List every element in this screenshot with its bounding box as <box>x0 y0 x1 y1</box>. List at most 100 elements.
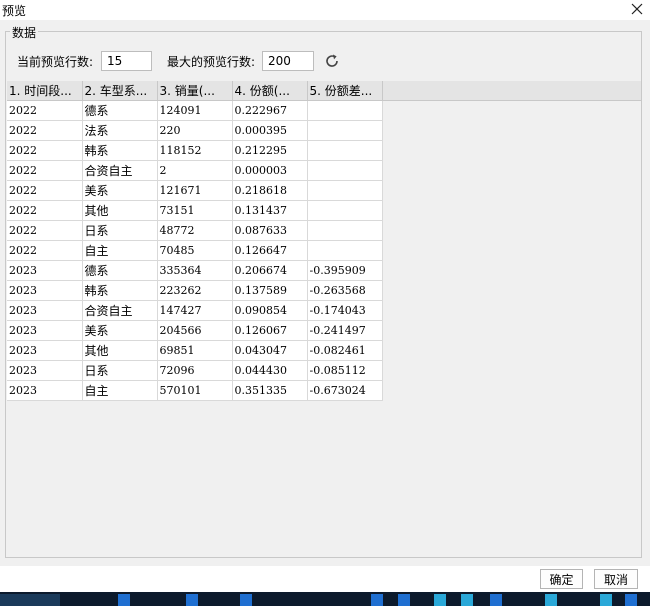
table-cell-col5[interactable]: -0.174043 <box>307 300 383 321</box>
current-rows-input[interactable]: 15 <box>101 51 152 71</box>
table-cell-col3[interactable]: 570101 <box>157 380 233 401</box>
table-cell-col5[interactable] <box>307 160 383 181</box>
table-cell-col3[interactable]: 335364 <box>157 260 233 281</box>
table-cell-col2[interactable]: 德系 <box>82 260 158 281</box>
max-rows-input[interactable]: 200 <box>262 51 314 71</box>
table-cell-col1[interactable]: 2022 <box>7 200 83 221</box>
table-cell-col2[interactable]: 日系 <box>82 220 158 241</box>
table-cell-col5[interactable] <box>307 120 383 141</box>
table-cell-col3[interactable]: 69851 <box>157 340 233 361</box>
table-cell-col1[interactable]: 2022 <box>7 240 83 261</box>
preview-table-area[interactable]: 1. 时间段... 2. 车型系... 3. 销量(... 4. 份额(... … <box>7 81 641 556</box>
table-cell-col4[interactable]: 0.087633 <box>232 220 308 241</box>
table-cell-col2[interactable]: 合资自主 <box>82 300 158 321</box>
table-cell-col1[interactable]: 2022 <box>7 140 83 161</box>
table-cell-col3[interactable]: 118152 <box>157 140 233 161</box>
table-cell-col4[interactable]: 0.131437 <box>232 200 308 221</box>
table-cell-col2[interactable]: 其他 <box>82 340 158 361</box>
table-row[interactable]: 2022 韩系 118152 0.212295 <box>7 140 641 161</box>
column-header-4[interactable]: 4. 份额(... <box>232 81 308 101</box>
ok-button[interactable]: 确定 <box>540 569 583 589</box>
table-cell-col5[interactable] <box>307 240 383 261</box>
table-cell-col5[interactable] <box>307 220 383 241</box>
table-cell-col3[interactable]: 124091 <box>157 100 233 121</box>
table-cell-col4[interactable]: 0.090854 <box>232 300 308 321</box>
table-cell-col2[interactable]: 其他 <box>82 200 158 221</box>
table-cell-col2[interactable]: 美系 <box>82 320 158 341</box>
table-row[interactable]: 2023 日系 72096 0.044430 -0.085112 <box>7 360 641 381</box>
table-cell-col5[interactable]: -0.395909 <box>307 260 383 281</box>
table-cell-col3[interactable]: 48772 <box>157 220 233 241</box>
column-header-1[interactable]: 1. 时间段... <box>7 81 83 101</box>
column-header-2[interactable]: 2. 车型系... <box>82 81 158 101</box>
table-cell-col5[interactable]: -0.263568 <box>307 280 383 301</box>
table-row[interactable]: 2022 美系 121671 0.218618 <box>7 180 641 201</box>
table-cell-col4[interactable]: 0.137589 <box>232 280 308 301</box>
table-cell-col5[interactable]: -0.085112 <box>307 360 383 381</box>
table-cell-col2[interactable]: 自主 <box>82 380 158 401</box>
table-cell-col5[interactable] <box>307 180 383 201</box>
table-cell-col1[interactable]: 2023 <box>7 340 83 361</box>
close-button[interactable] <box>626 0 648 18</box>
table-cell-col1[interactable]: 2022 <box>7 120 83 141</box>
table-cell-col1[interactable]: 2022 <box>7 180 83 201</box>
table-cell-col1[interactable]: 2023 <box>7 260 83 281</box>
table-row[interactable]: 2023 美系 204566 0.126067 -0.241497 <box>7 320 641 341</box>
table-cell-col2[interactable]: 德系 <box>82 100 158 121</box>
table-row[interactable]: 2022 其他 73151 0.131437 <box>7 200 641 221</box>
table-cell-col3[interactable]: 2 <box>157 160 233 181</box>
table-cell-col2[interactable]: 法系 <box>82 120 158 141</box>
table-cell-col2[interactable]: 自主 <box>82 240 158 261</box>
table-cell-col3[interactable]: 147427 <box>157 300 233 321</box>
table-cell-col4[interactable]: 0.000003 <box>232 160 308 181</box>
table-cell-col3[interactable]: 72096 <box>157 360 233 381</box>
table-cell-col4[interactable]: 0.222967 <box>232 100 308 121</box>
table-cell-col5[interactable]: -0.673024 <box>307 380 383 401</box>
table-row[interactable]: 2023 自主 570101 0.351335 -0.673024 <box>7 380 641 401</box>
table-cell-col5[interactable]: -0.082461 <box>307 340 383 361</box>
table-cell-col4[interactable]: 0.126647 <box>232 240 308 261</box>
refresh-button[interactable] <box>322 51 342 71</box>
table-cell-col5[interactable] <box>307 200 383 221</box>
table-cell-col2[interactable]: 韩系 <box>82 140 158 161</box>
table-cell-col3[interactable]: 73151 <box>157 200 233 221</box>
table-cell-col1[interactable]: 2023 <box>7 320 83 341</box>
table-row[interactable]: 2022 法系 220 0.000395 <box>7 120 641 141</box>
table-cell-col3[interactable]: 204566 <box>157 320 233 341</box>
table-cell-col5[interactable] <box>307 100 383 121</box>
table-row[interactable]: 2022 自主 70485 0.126647 <box>7 240 641 261</box>
table-cell-col4[interactable]: 0.044430 <box>232 360 308 381</box>
table-row[interactable]: 2023 德系 335364 0.206674 -0.395909 <box>7 260 641 281</box>
table-cell-col2[interactable]: 韩系 <box>82 280 158 301</box>
table-cell-col1[interactable]: 2022 <box>7 160 83 181</box>
table-cell-col1[interactable]: 2022 <box>7 220 83 241</box>
table-row[interactable]: 2022 德系 124091 0.222967 <box>7 100 641 121</box>
column-header-5[interactable]: 5. 份额差... <box>307 81 383 101</box>
table-cell-col4[interactable]: 0.043047 <box>232 340 308 361</box>
table-cell-col4[interactable]: 0.351335 <box>232 380 308 401</box>
table-cell-col2[interactable]: 合资自主 <box>82 160 158 181</box>
table-cell-col4[interactable]: 0.218618 <box>232 180 308 201</box>
table-cell-col3[interactable]: 121671 <box>157 180 233 201</box>
table-row[interactable]: 2022 合资自主 2 0.000003 <box>7 160 641 181</box>
table-row[interactable]: 2022 日系 48772 0.087633 <box>7 220 641 241</box>
table-cell-col3[interactable]: 220 <box>157 120 233 141</box>
table-cell-col1[interactable]: 2022 <box>7 100 83 121</box>
table-row[interactable]: 2023 韩系 223262 0.137589 -0.263568 <box>7 280 641 301</box>
table-cell-col2[interactable]: 美系 <box>82 180 158 201</box>
table-cell-col4[interactable]: 0.000395 <box>232 120 308 141</box>
table-cell-col5[interactable] <box>307 140 383 161</box>
cancel-button[interactable]: 取消 <box>594 569 638 589</box>
table-cell-col1[interactable]: 2023 <box>7 380 83 401</box>
table-row[interactable]: 2023 合资自主 147427 0.090854 -0.174043 <box>7 300 641 321</box>
table-cell-col3[interactable]: 70485 <box>157 240 233 261</box>
table-cell-col1[interactable]: 2023 <box>7 280 83 301</box>
table-cell-col4[interactable]: 0.206674 <box>232 260 308 281</box>
table-cell-col1[interactable]: 2023 <box>7 300 83 321</box>
table-cell-col4[interactable]: 0.126067 <box>232 320 308 341</box>
table-row[interactable]: 2023 其他 69851 0.043047 -0.082461 <box>7 340 641 361</box>
column-header-3[interactable]: 3. 销量(... <box>157 81 233 101</box>
table-cell-col4[interactable]: 0.212295 <box>232 140 308 161</box>
table-cell-col3[interactable]: 223262 <box>157 280 233 301</box>
table-cell-col1[interactable]: 2023 <box>7 360 83 381</box>
